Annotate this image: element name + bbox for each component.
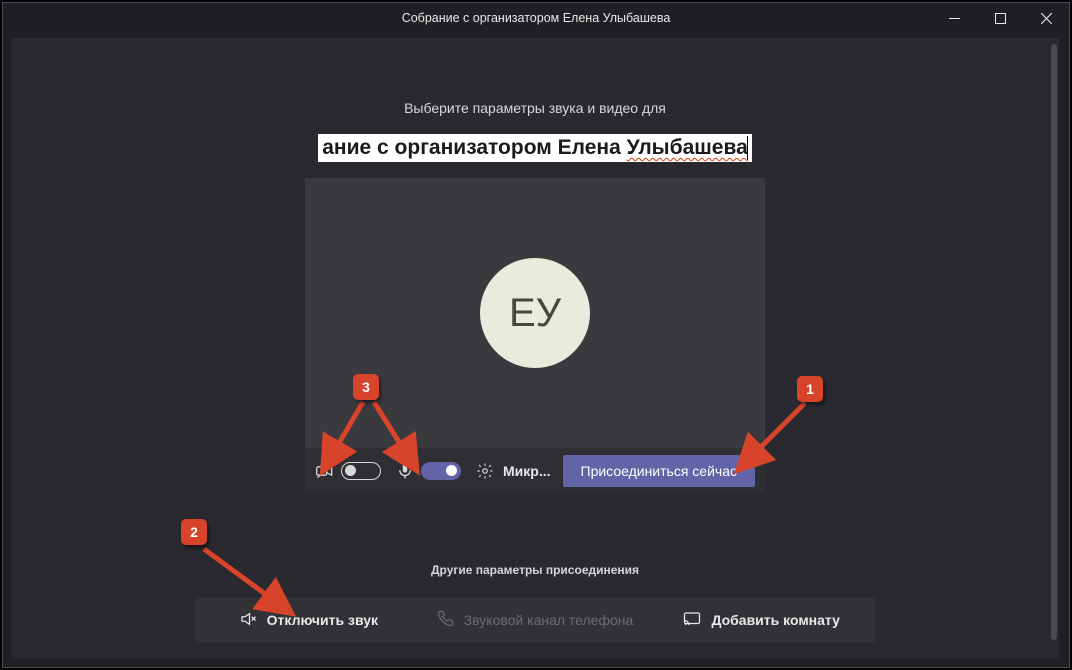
join-button[interactable]: Присоединиться сейчас xyxy=(563,455,756,487)
avatar: ЕУ xyxy=(480,258,590,368)
phone-audio-label: Звуковой канал телефона xyxy=(464,612,634,628)
meeting-title-text-a: ание с организатором Елена xyxy=(322,136,626,159)
minimize-button[interactable] xyxy=(931,3,977,33)
settings-heading: Выберите параметры звука и видео для xyxy=(11,100,1059,116)
meeting-title-text-b: Улыбашева xyxy=(627,136,748,159)
phone-icon xyxy=(437,610,454,630)
annotation-arrow-1 xyxy=(743,399,813,469)
window-controls xyxy=(931,3,1069,33)
other-options-heading: Другие параметры присоединения xyxy=(11,563,1059,577)
annotation-arrow-2 xyxy=(198,543,288,613)
phone-audio-button[interactable]: Звуковой канал телефона xyxy=(422,597,649,643)
device-label[interactable]: Микр... xyxy=(503,463,551,479)
annotation-badge-2: 2 xyxy=(181,519,207,545)
mute-audio-label: Отключить звук xyxy=(267,612,378,628)
content-area: Выберите параметры звука и видео для ани… xyxy=(11,38,1059,659)
annotation-arrow-3b xyxy=(368,398,418,460)
titlebar: Собрание с организатором Елена Улыбашева xyxy=(3,3,1069,33)
meeting-title-wrap: ание с организатором Елена Улыбашева xyxy=(305,134,765,162)
other-options-row: Отключить звук Звуковой канал телефона xyxy=(195,597,875,643)
camera-toggle[interactable] xyxy=(341,462,381,480)
annotation-badge-1: 1 xyxy=(797,376,823,402)
close-button[interactable] xyxy=(1023,3,1069,33)
app-window: Собрание с организатором Елена Улыбашева… xyxy=(2,2,1070,668)
gear-icon[interactable] xyxy=(475,461,495,481)
camera-off-icon xyxy=(315,461,335,481)
add-room-label: Добавить комнату xyxy=(711,612,839,628)
cast-icon xyxy=(683,610,701,631)
microphone-toggle[interactable] xyxy=(421,462,461,480)
add-room-button[interactable]: Добавить комнату xyxy=(648,597,875,643)
window-title: Собрание с организатором Елена Улыбашева xyxy=(402,11,671,25)
scrollbar[interactable] xyxy=(1051,44,1057,640)
microphone-icon xyxy=(395,461,415,481)
maximize-button[interactable] xyxy=(977,3,1023,33)
meeting-title-input[interactable]: ание с организатором Елена Улыбашева xyxy=(318,134,752,162)
annotation-badge-3: 3 xyxy=(353,374,379,400)
text-caret xyxy=(747,136,748,160)
avatar-initials: ЕУ xyxy=(509,291,561,336)
